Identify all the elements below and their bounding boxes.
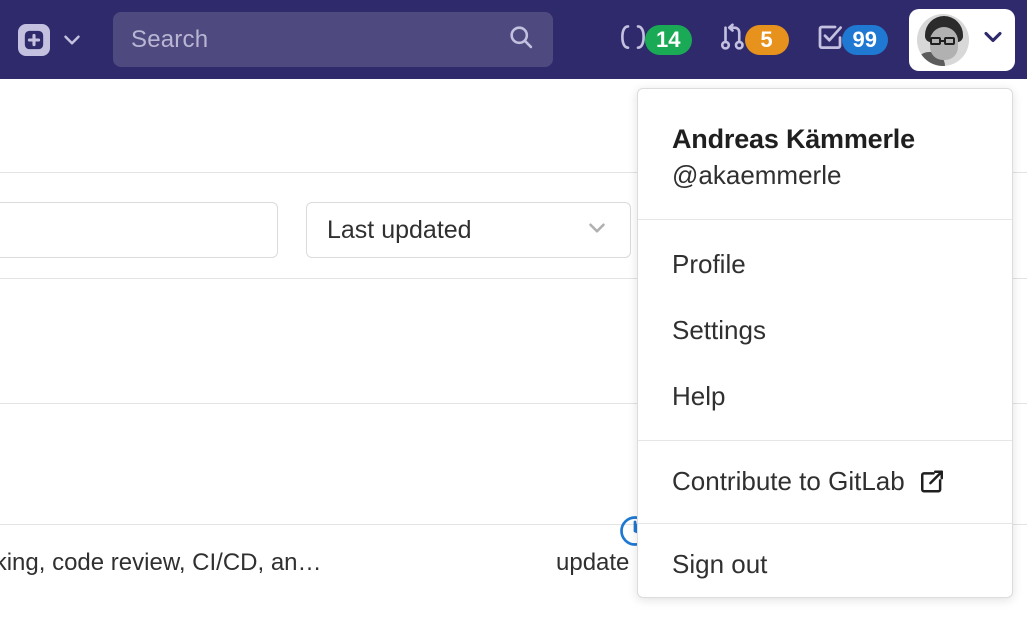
issues-count-badge: 14 [645,25,691,55]
merge-requests-counter[interactable]: 5 [705,0,802,79]
menu-item-label: Settings [672,315,766,346]
issues-icon [618,22,648,57]
sort-dropdown-label: Last updated [327,216,472,245]
menu-item-label: Sign out [672,549,767,580]
menu-item-help[interactable]: Help [638,364,1012,430]
project-filter-input[interactable]: . [0,202,278,258]
create-new-button[interactable] [18,24,50,56]
user-menu-button[interactable] [909,9,1015,71]
menu-item-contribute-to-gitlab[interactable]: Contribute to GitLab [638,449,1012,515]
menu-item-sign-out[interactable]: Sign out [638,532,1012,598]
plus-square-icon [23,29,45,51]
external-link-icon [919,469,945,495]
user-handle: @akaemmerle [672,159,1012,193]
user-dropdown-menu: Andreas Kämmerle @akaemmerle Profile Set… [637,88,1013,598]
search-icon[interactable] [507,23,535,56]
dropdown-signout-group: Sign out [638,524,1012,598]
chevron-down-icon [584,215,610,246]
todos-count-badge: 99 [842,25,888,55]
project-description: ol, issue tracking, code review, CI/CD, … [0,549,322,577]
create-new-chevron-icon[interactable] [59,27,85,53]
chevron-down-icon [979,23,1007,56]
todos-counter[interactable]: 99 [802,0,901,79]
dropdown-primary-group: Profile Settings Help [638,220,1012,440]
navbar-left-group [0,24,85,56]
top-navbar: Search 14 [0,0,1027,79]
navbar-right-group: 14 5 [605,0,1015,79]
search-input[interactable]: Search [131,26,507,54]
gitlab-page: . Last updated ol, issue tracking, code … [0,0,1027,644]
todo-check-icon [815,22,845,57]
merge-request-icon [718,22,748,57]
avatar [917,14,969,66]
merge-requests-count-badge: 5 [745,25,789,55]
user-dropdown-header: Andreas Kämmerle @akaemmerle [638,89,1012,219]
menu-item-label: Help [672,381,725,412]
menu-item-profile[interactable]: Profile [638,232,1012,298]
search-box[interactable]: Search [113,12,553,67]
menu-item-settings[interactable]: Settings [638,298,1012,364]
menu-item-label: Profile [672,249,746,280]
issues-counter[interactable]: 14 [605,0,704,79]
user-full-name: Andreas Kämmerle [672,123,1012,157]
menu-item-label: Contribute to GitLab [672,466,905,497]
sort-dropdown[interactable]: Last updated [306,202,631,258]
dropdown-contribute-group: Contribute to GitLab [638,441,1012,523]
